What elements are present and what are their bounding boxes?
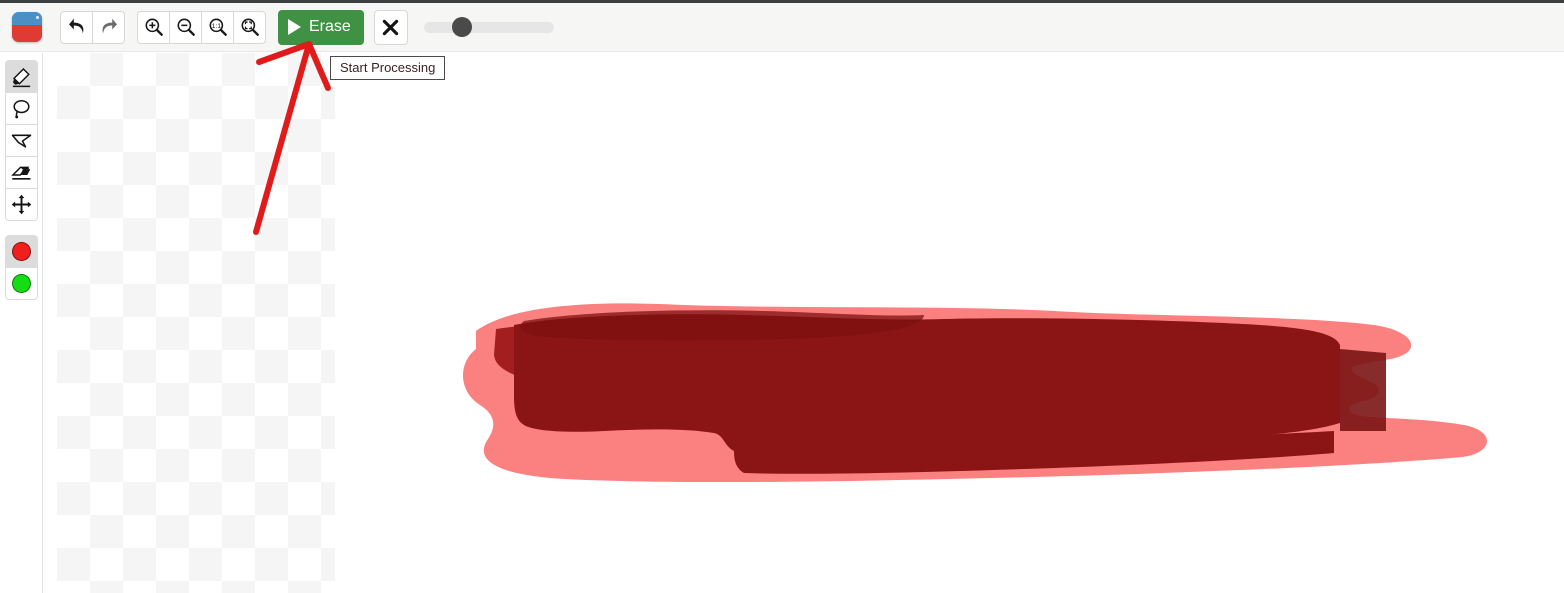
undo-button[interactable]: [60, 10, 93, 44]
green-dot-icon: [11, 274, 31, 293]
mask-strokes-layer: [462, 303, 1488, 483]
zoom-in-icon: [145, 18, 163, 36]
redo-icon: [102, 18, 117, 34]
close-icon: [383, 19, 399, 35]
sidebar-item-move[interactable]: [4, 188, 38, 221]
play-icon: [288, 19, 301, 35]
zoom-one-to-one-icon: 1:1: [209, 18, 227, 36]
zoom-fit-button[interactable]: [233, 10, 266, 44]
erase-button[interactable]: Erase: [278, 9, 364, 45]
brush-size-slider[interactable]: [423, 17, 554, 37]
cancel-button[interactable]: [373, 9, 408, 45]
red-dot-icon: [11, 242, 31, 261]
color-swatch-group: [0, 235, 42, 300]
color-swatch-green[interactable]: [4, 267, 38, 300]
tool-sidebar: [0, 53, 43, 593]
move-icon: [11, 194, 31, 215]
main-toolbar: 1:1 Erase: [0, 3, 1564, 52]
mask-accent-right: [1340, 349, 1386, 431]
app-root: 1:1 Erase Start Processing: [0, 0, 1564, 593]
slider-track: [423, 22, 554, 33]
app-logo-highlight: [36, 16, 39, 19]
svg-text:1:1: 1:1: [211, 23, 221, 30]
app-logo-bottom: [12, 24, 42, 42]
image-canvas[interactable]: [44, 53, 1564, 593]
app-logo-icon: [12, 12, 42, 42]
undo-icon: [68, 18, 83, 34]
erase-button-label: Erase: [309, 18, 351, 35]
sidebar-item-lasso[interactable]: [4, 92, 38, 125]
zoom-in-button[interactable]: [137, 10, 170, 44]
eraser-icon: [10, 166, 31, 180]
lasso-icon: [12, 99, 30, 119]
tool-group: [0, 60, 42, 221]
brush-icon: [12, 68, 30, 88]
sidebar-item-brush[interactable]: [4, 60, 38, 93]
redo-button[interactable]: [92, 10, 125, 44]
zoom-out-button[interactable]: [169, 10, 202, 44]
polygon-lasso-icon: [11, 134, 31, 148]
history-button-group: [60, 10, 125, 44]
slider-thumb[interactable]: [451, 17, 472, 37]
sidebar-item-polygon-lasso[interactable]: [4, 124, 38, 157]
zoom-actual-size-button[interactable]: 1:1: [201, 10, 234, 44]
zoom-fit-icon: [241, 18, 259, 36]
color-swatch-red[interactable]: [4, 235, 38, 268]
sidebar-item-eraser[interactable]: [4, 156, 38, 189]
zoom-out-icon: [177, 18, 195, 36]
zoom-button-group: 1:1: [137, 10, 266, 44]
